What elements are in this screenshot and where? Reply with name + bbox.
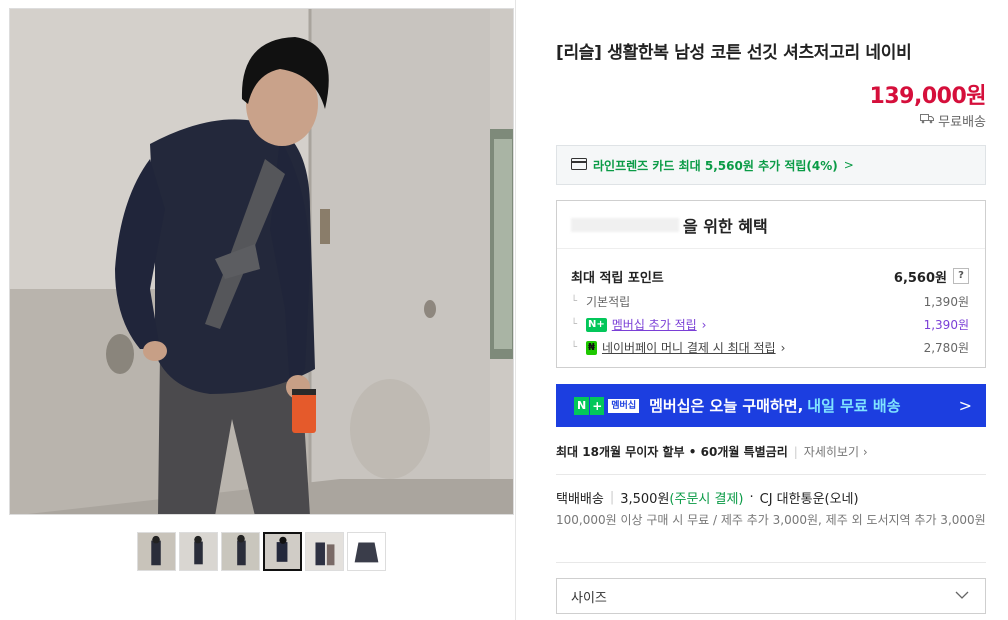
chevron-right-icon: ›: [701, 317, 707, 332]
chevron-right-icon: >: [843, 158, 854, 172]
carrier: CJ 대한통운(오네): [759, 492, 859, 507]
max-points-label: 최대 적립 포인트: [571, 270, 664, 286]
thumbnail[interactable]: [305, 532, 344, 571]
naverpay-points-link[interactable]: 네이버페이 머니 결제 시 최대 적립: [602, 339, 776, 356]
points-value: 1,390원: [923, 295, 969, 309]
divider: |: [793, 444, 798, 459]
divider: |: [609, 490, 615, 505]
plus-icon: +: [589, 396, 605, 415]
points-label: 기본적립: [586, 295, 631, 309]
thumbnail[interactable]: [221, 532, 260, 571]
blurred-username: [571, 217, 679, 232]
benefit-title-text: 을 위한 혜택: [683, 216, 768, 236]
points-value: 2,780원: [923, 341, 969, 355]
free-shipping: 무료배송: [920, 111, 986, 130]
points-value: 1,390원: [923, 318, 969, 332]
max-points-row: 최대 적립 포인트 6,560원 ?: [571, 263, 969, 289]
details-link[interactable]: 자세히보기 ›: [804, 443, 868, 460]
thumbnail-active[interactable]: [263, 532, 302, 571]
thumbnail[interactable]: [347, 532, 386, 571]
bullet: ·: [749, 490, 754, 505]
delivery-info: 택배배송 | 3,500원(주문시 결제) · CJ 대한통운(오네): [556, 488, 859, 507]
tree-branch-icon: └: [571, 342, 578, 353]
points-row-membership: └ N+ 멤버십 추가 적립 › 1,390원: [571, 313, 969, 336]
free-shipping-label: 무료배송: [938, 115, 986, 130]
card-benefit-text: 라인프렌즈 카드 최대 5,560원 추가 적립(4%): [593, 158, 838, 173]
membership-label: 멤버십: [608, 398, 640, 413]
n-icon: N: [574, 396, 590, 415]
truck-icon: [920, 113, 935, 128]
main-product-photo[interactable]: [9, 8, 514, 515]
points-row-naverpay: └ ₦ 네이버페이 머니 결제 시 최대 적립 › 2,780원: [571, 336, 969, 359]
delivery-type: 택배배송: [556, 492, 604, 507]
size-select[interactable]: 사이즈: [556, 578, 986, 614]
membership-banner[interactable]: N + 멤버십 멤버십은 오늘 구매하면, 내일 무료 배송 >: [556, 384, 986, 427]
installment-text: 최대 18개월 무이자 할부 • 60개월 특별금리: [556, 445, 788, 459]
help-icon[interactable]: ?: [953, 268, 969, 284]
delivery-note: 100,000원 이상 구매 시 무료 / 제주 추가 3,000원, 제주 외…: [556, 513, 986, 527]
size-select-placeholder: 사이즈: [571, 590, 607, 606]
tree-branch-icon: └: [571, 296, 578, 307]
delivery-fee-group: 3,500원(주문시 결제): [620, 488, 743, 507]
naver-plus-membership-badge: N + 멤버십: [574, 396, 640, 415]
naverpay-icon: ₦: [586, 340, 597, 355]
points-row-basic: └ 기본적립 1,390원: [571, 290, 969, 313]
gallery: [0, 0, 516, 620]
divider: [556, 474, 986, 475]
card-benefit-link[interactable]: 라인프렌즈 카드 최대 5,560원 추가 적립(4%) >: [556, 145, 986, 185]
thumbnail-strip: [137, 532, 386, 571]
thumbnail[interactable]: [137, 532, 176, 571]
divider: [556, 562, 986, 563]
product-title: [리슬] 생활한복 남성 코튼 선깃 셔츠저고리 네이비: [556, 43, 912, 63]
details-link-label: 자세히보기: [803, 445, 859, 459]
tree-branch-icon: └: [571, 319, 578, 330]
chevron-right-icon: ›: [780, 340, 786, 355]
chevron-down-icon: [955, 589, 969, 604]
benefit-title: 을 위한 혜택: [557, 201, 985, 249]
chevron-right-icon: >: [958, 396, 972, 415]
card-icon: [571, 157, 587, 173]
delivery-fee-note: (주문시 결제): [669, 492, 744, 507]
banner-text: 멤버십은 오늘 구매하면,: [649, 397, 804, 415]
thumbnail[interactable]: [179, 532, 218, 571]
product-page: [리슬] 생활한복 남성 코튼 선깃 셔츠저고리 네이비 139,000원 무료…: [0, 0, 1008, 620]
installment-info: 최대 18개월 무이자 할부 • 60개월 특별금리 | 자세히보기 ›: [556, 443, 868, 460]
product-price: 139,000원: [869, 84, 987, 109]
membership-points-link[interactable]: 멤버십 추가 적립: [612, 316, 697, 333]
banner-highlight: 내일 무료 배송: [807, 397, 901, 415]
max-points-value: 6,560원: [893, 270, 947, 286]
benefit-panel: 을 위한 혜택 최대 적립 포인트 6,560원 ? └ 기본적립 1,390원 …: [556, 200, 986, 368]
delivery-fee: 3,500원: [620, 492, 670, 507]
naver-plus-icon: N+: [586, 317, 607, 332]
